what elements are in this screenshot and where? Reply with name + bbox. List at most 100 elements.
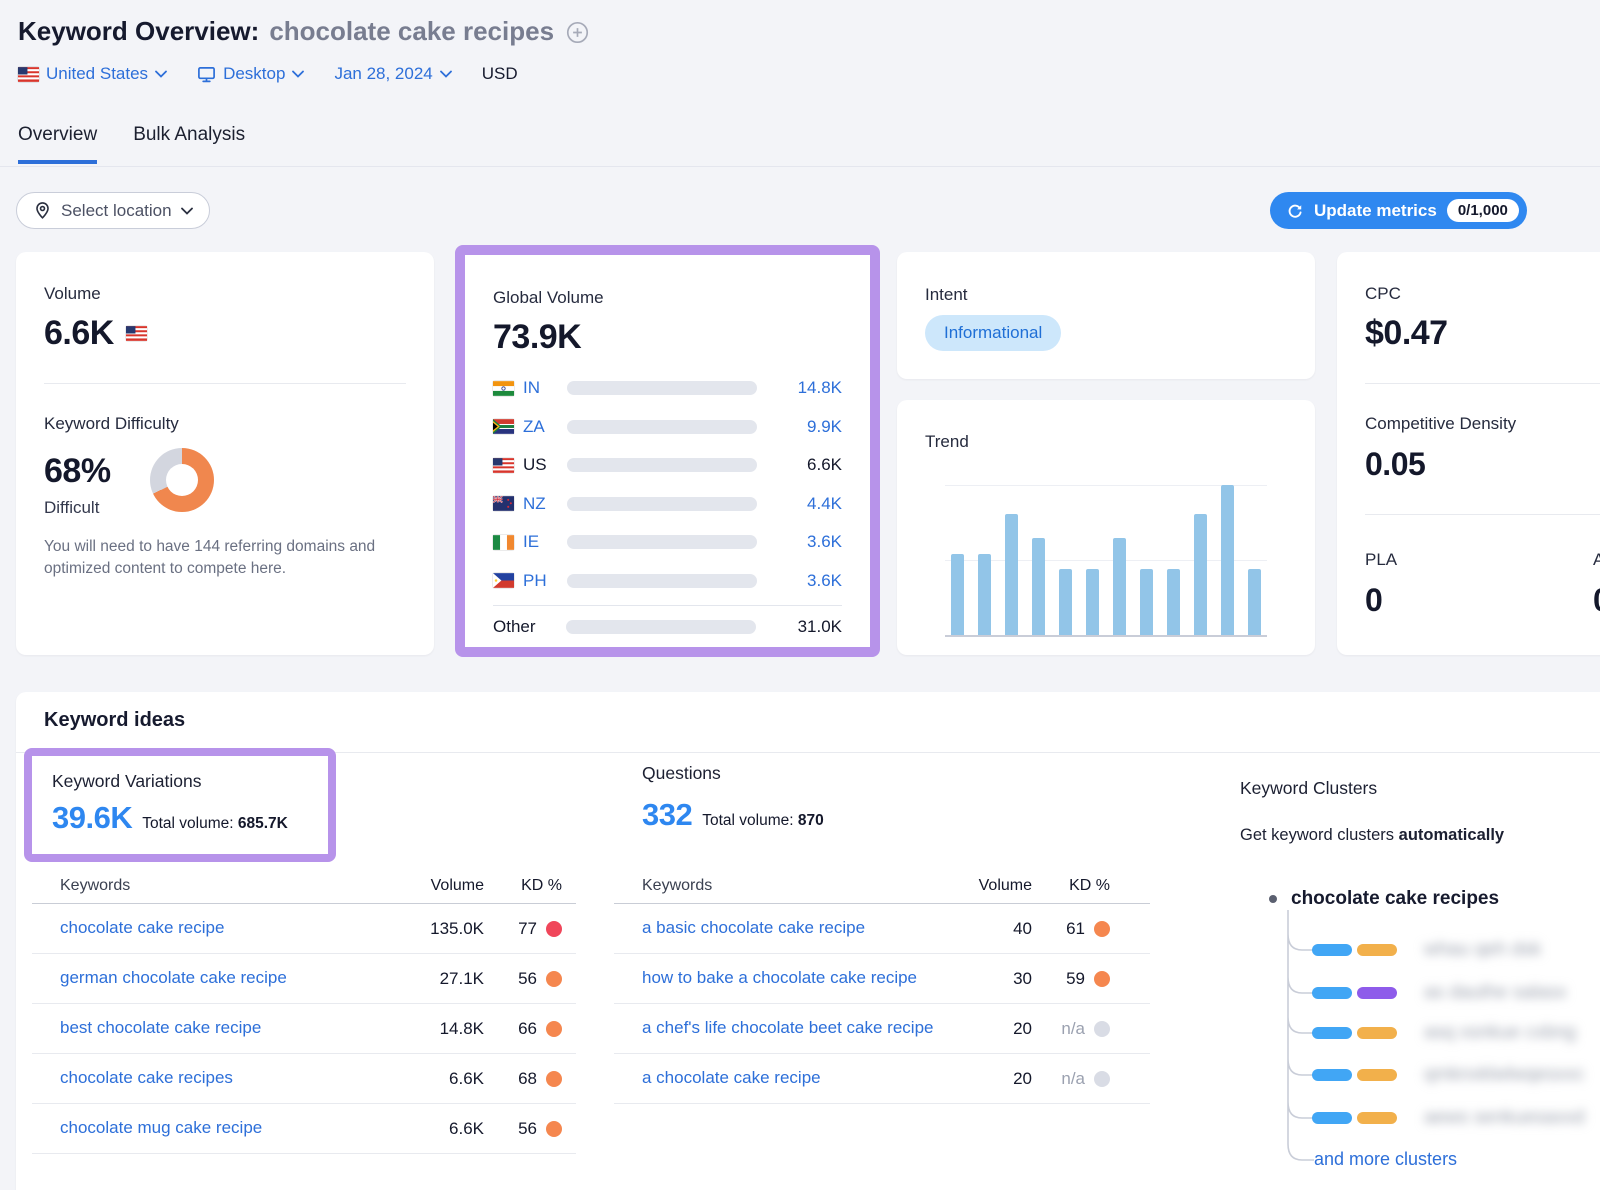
global-volume-row: IN 14.8K	[493, 369, 842, 408]
keyword-link[interactable]: chocolate cake recipes	[60, 1068, 233, 1087]
pla-value: 0	[1365, 582, 1382, 619]
table-row: a basic chocolate cake recipe 40 61	[614, 904, 1150, 954]
update-metrics-count-badge: 0/1,000	[1447, 199, 1519, 222]
tab-overview[interactable]: Overview	[18, 124, 97, 164]
table-row: german chocolate cake recipe 27.1K 56	[32, 954, 576, 1004]
purple-pill-icon	[1357, 987, 1397, 999]
page-title-label: Keyword Overview:	[18, 16, 259, 47]
keyword-volume: 6.6K	[396, 1119, 484, 1139]
global-volume-rows: IN 14.8K ZA 9.9K US 6.6K NZ 4.4K IE 3.6K…	[493, 369, 842, 647]
global-volume-row: IE 3.6K	[493, 523, 842, 562]
refresh-icon	[1286, 202, 1304, 220]
cluster-root: chocolate cake recipes	[1269, 888, 1499, 910]
keyword-variations-count[interactable]: 39.6K	[52, 800, 132, 836]
competitive-density-label: Competitive Density	[1365, 414, 1516, 434]
country-filter[interactable]: United States	[18, 64, 167, 84]
ads-label: Ads	[1593, 550, 1600, 570]
keyword-link[interactable]: chocolate cake recipe	[60, 918, 224, 937]
keyword-link[interactable]: best chocolate cake recipe	[60, 1018, 261, 1037]
more-clusters-link[interactable]: and more clusters	[1314, 1149, 1457, 1170]
chevron-down-icon	[440, 70, 452, 78]
currency-label: USD	[482, 64, 518, 84]
kd-dot-icon	[546, 921, 562, 937]
global-volume-row: NZ 4.4K	[493, 485, 842, 524]
keyword-kd: 59	[1032, 969, 1124, 989]
keyword-kd: 77	[484, 919, 576, 939]
keyword-variations-count-row: 39.6K Total volume: 685.7K	[52, 800, 288, 836]
orange-pill-icon	[1357, 1112, 1397, 1124]
blue-pill-icon	[1312, 1069, 1352, 1081]
orange-pill-icon	[1357, 944, 1397, 956]
blue-pill-icon	[1312, 1027, 1352, 1039]
cluster-item-label-blurred: whau qeh dsk	[1424, 939, 1541, 961]
keyword-kd: 66	[484, 1019, 576, 1039]
kd-dot-icon	[1094, 921, 1110, 937]
table-header: Keywords Volume KD %	[32, 868, 576, 904]
intent-badge[interactable]: Informational	[925, 315, 1061, 351]
country-volume-value: 3.6K	[757, 571, 842, 591]
country-code-link[interactable]: NZ	[523, 494, 559, 514]
global-volume-value: 73.9K	[493, 318, 581, 357]
country-code-link[interactable]: IN	[523, 378, 559, 398]
divider	[493, 605, 842, 606]
trend-bar	[951, 554, 964, 635]
global-volume-row: ZA 9.9K	[493, 408, 842, 447]
keyword-link[interactable]: chocolate mug cake recipe	[60, 1118, 262, 1137]
cluster-item-label-blurred: aews senkuesaxxd	[1424, 1107, 1585, 1129]
keyword-link[interactable]: german chocolate cake recipe	[60, 968, 287, 987]
keyword-link[interactable]: how to bake a chocolate cake recipe	[642, 968, 917, 987]
global-volume-row: US 6.6K	[493, 446, 842, 485]
keyword-volume: 30	[944, 969, 1032, 989]
device-filter[interactable]: Desktop	[197, 64, 304, 84]
country-volume-value: 6.6K	[757, 455, 842, 475]
orange-pill-icon	[1357, 1027, 1397, 1039]
kd-dot-icon	[1094, 1021, 1110, 1037]
questions-header: Questions 332 Total volume: 870	[642, 763, 824, 833]
us-flag-icon	[126, 326, 147, 341]
country-code-link[interactable]: US	[523, 455, 559, 475]
table-row: chocolate cake recipe 135.0K 77	[32, 904, 576, 954]
keyword-kd: n/a	[1032, 1019, 1124, 1039]
volume-column-header: Volume	[944, 877, 1032, 895]
trend-bars	[945, 485, 1267, 635]
kd-dot-icon	[546, 1071, 562, 1087]
kd-dot-icon	[546, 1121, 562, 1137]
ads-value: 0	[1593, 582, 1600, 619]
country-code-link[interactable]: PH	[523, 571, 559, 591]
date-filter[interactable]: Jan 28, 2024	[334, 64, 451, 84]
kd-dot-icon	[546, 971, 562, 987]
keyword-link[interactable]: a chef's life chocolate beet cake recipe	[642, 1018, 933, 1037]
keyword-variations-highlight: Keyword Variations 39.6K Total volume: 6…	[24, 748, 336, 862]
trend-bar	[1167, 569, 1180, 635]
keyword-link[interactable]: a basic chocolate cake recipe	[642, 918, 865, 937]
questions-count[interactable]: 332	[642, 797, 692, 833]
country-code-link[interactable]: ZA	[523, 417, 559, 437]
kd-column-header: KD %	[1032, 877, 1124, 895]
update-metrics-label: Update metrics	[1314, 201, 1437, 221]
country-code-link[interactable]: IE	[523, 532, 559, 552]
keyword-kd: 56	[484, 969, 576, 989]
keywords-column-header: Keywords	[614, 877, 944, 895]
pin-icon	[33, 201, 52, 220]
keyword-kd: 61	[1032, 919, 1124, 939]
keyword-volume: 20	[944, 1019, 1032, 1039]
update-metrics-button[interactable]: Update metrics 0/1,000	[1270, 192, 1527, 229]
select-location-button[interactable]: Select location	[16, 192, 210, 229]
global-volume-row: PH 3.6K	[493, 562, 842, 601]
chevron-down-icon	[181, 207, 193, 215]
trend-bar	[1140, 569, 1153, 635]
keyword-volume: 20	[944, 1069, 1032, 1089]
keyword-difficulty-donut	[150, 448, 214, 512]
other-label: Other	[493, 617, 558, 637]
cluster-item-label-blurred: as dauthe salasx	[1424, 982, 1567, 1004]
keyword-link[interactable]: a chocolate cake recipe	[642, 1068, 821, 1087]
plus-circle-icon[interactable]	[566, 20, 589, 43]
cpc-value: $0.47	[1365, 314, 1448, 353]
tab-bar: Overview Bulk Analysis	[18, 124, 245, 164]
trend-bar	[1248, 569, 1261, 635]
tab-bulk-analysis[interactable]: Bulk Analysis	[133, 124, 245, 164]
cpc-card: CPC $0.47 Competitive Density 0.05 PLA 0…	[1337, 252, 1600, 655]
us-flag-icon	[493, 458, 514, 473]
trend-card: Trend	[897, 400, 1315, 655]
in-flag-icon	[493, 381, 514, 396]
